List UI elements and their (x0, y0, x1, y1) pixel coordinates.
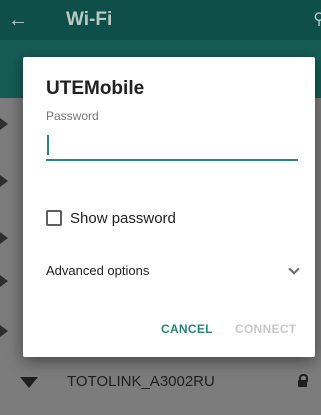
password-field[interactable] (46, 133, 298, 161)
network-ssid: TOTOLINK_A3002RU (67, 373, 215, 390)
app-bar: ← Wi-Fi ⚲ (0, 0, 321, 40)
show-password-label[interactable]: Show password (70, 210, 176, 227)
show-password-row[interactable]: Show password (46, 207, 176, 229)
wifi-signal-icon (0, 232, 8, 244)
lock-icon (298, 374, 308, 387)
wifi-signal-icon (0, 275, 8, 287)
chevron-down-icon[interactable] (288, 263, 300, 275)
wifi-signal-icon (0, 118, 8, 130)
wifi-signal-icon (0, 175, 8, 187)
show-password-checkbox[interactable] (46, 210, 62, 226)
arrow-left-icon[interactable]: ← (8, 8, 28, 32)
page-title: Wi-Fi (66, 9, 113, 30)
advanced-options-row[interactable]: Advanced options (46, 261, 302, 281)
wifi-signal-icon (20, 377, 38, 388)
dialog-title: UTEMobile (46, 78, 145, 99)
cancel-button[interactable]: CANCEL (161, 322, 213, 336)
connect-button[interactable]: CONNECT (235, 322, 296, 336)
wifi-signal-icon (0, 325, 8, 337)
password-label: Password (46, 109, 99, 123)
search-icon[interactable]: ⚲ (313, 9, 321, 29)
text-cursor (47, 135, 49, 155)
advanced-options-label[interactable]: Advanced options (46, 263, 149, 278)
wifi-password-dialog: UTEMobile Password Show password Advance… (23, 57, 315, 357)
